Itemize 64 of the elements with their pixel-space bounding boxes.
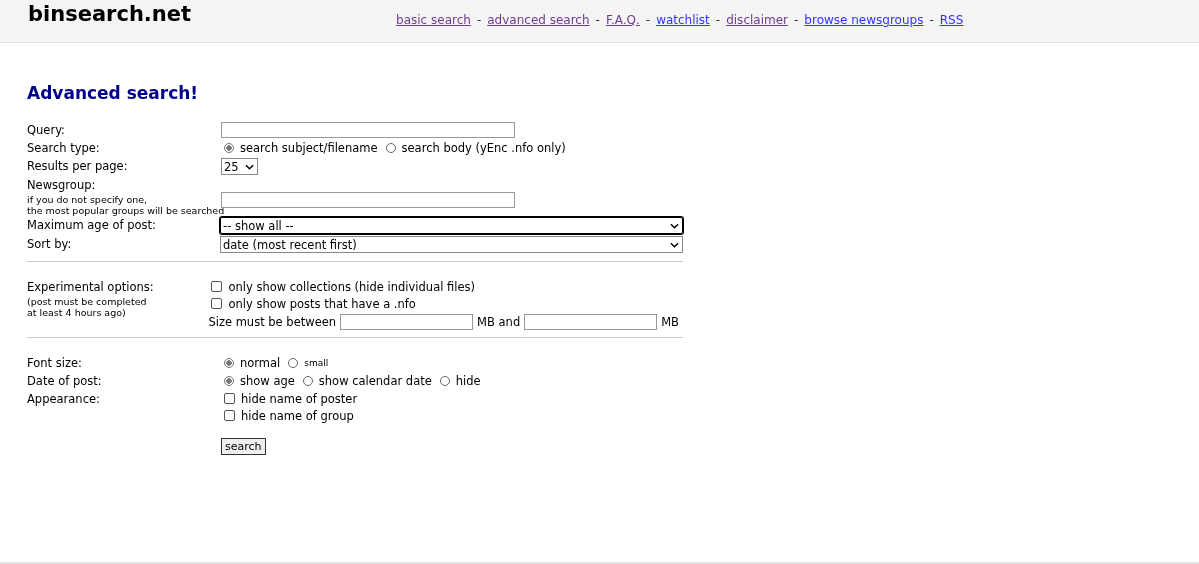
unit-label: MB (661, 314, 679, 329)
unit-label: MB and (477, 314, 521, 329)
radio-label: normal (240, 355, 281, 370)
checkbox[interactable] (224, 410, 235, 421)
radio-label: show age (240, 373, 295, 388)
nav-link[interactable]: browse newsgroups (804, 13, 924, 27)
nav-link[interactable]: F.A.Q. (605, 13, 640, 27)
field-note: at least 4 hours ago) (27, 307, 127, 318)
field-label: Search type: (27, 140, 101, 157)
radio-button[interactable] (385, 142, 396, 153)
radio-button[interactable] (224, 357, 234, 368)
radio-label: hide (455, 373, 481, 388)
field-label: Font size: (27, 355, 83, 372)
field-label: Query: (27, 122, 66, 139)
nav-separator: - (715, 13, 721, 27)
dropdown[interactable]: 25 (221, 158, 258, 175)
nav-separator: - (929, 13, 934, 27)
field-label: Experimental options: (27, 279, 155, 296)
input-field[interactable] (524, 313, 658, 330)
nav-link[interactable]: RSS (939, 13, 964, 27)
radio-label: small (304, 357, 329, 368)
checkbox[interactable] (224, 393, 235, 404)
radio-label: search subject/filename (240, 140, 378, 155)
size-label: Size must be between (208, 314, 337, 329)
nav-separator: - (645, 13, 651, 27)
nav-link[interactable]: advanced search (487, 13, 590, 27)
field-label: Results per page: (27, 158, 129, 175)
radio-button[interactable] (302, 375, 313, 386)
radio-button[interactable] (224, 375, 234, 386)
chevron-icon (670, 241, 679, 248)
radio-label: search body (yEnc .nfo only) (401, 140, 566, 155)
radio-label: show calendar date (318, 373, 432, 388)
nav-separator: - (595, 13, 600, 27)
radio-button[interactable] (224, 142, 234, 153)
checkbox-label: hide name of group (241, 408, 354, 423)
field-label: Date of post: (27, 373, 103, 390)
nav-separator: - (794, 13, 799, 27)
nav-link[interactable]: disclaimer (726, 13, 788, 27)
field-note: if you do not specify one, (27, 194, 149, 205)
checkbox-label: only show posts that have a .nfo (228, 296, 416, 311)
chevron-icon (670, 222, 679, 229)
chevron-icon (245, 163, 254, 170)
dropdown[interactable]: -- show all -- (220, 217, 683, 234)
input-field[interactable] (221, 192, 515, 208)
search-button[interactable]: search (221, 438, 266, 455)
field-label: Newsgroup: (27, 177, 97, 194)
field-note: (post must be completed (27, 296, 148, 307)
checkbox-label: hide name of poster (241, 391, 358, 406)
page-heading: Advanced search! (27, 83, 200, 103)
nav-separator: - (476, 13, 482, 27)
radio-button[interactable] (439, 375, 450, 386)
nav-link[interactable]: basic search (396, 13, 471, 27)
field-label: Sort by: (27, 236, 73, 253)
nav-link[interactable]: watchlist (656, 13, 710, 27)
site-title[interactable]: binsearch.net (28, 2, 192, 26)
field-label: Maximum age of post: (27, 217, 157, 234)
dropdown[interactable]: date (most recent first) (220, 236, 683, 253)
checkbox[interactable] (211, 281, 223, 292)
radio-button[interactable] (288, 357, 299, 368)
checkbox-label: only show collections (hide individual files) (228, 279, 476, 294)
field-label: Appearance: (27, 391, 101, 408)
input-field[interactable] (340, 313, 474, 330)
checkbox[interactable] (211, 298, 223, 309)
input-field[interactable] (221, 122, 515, 138)
